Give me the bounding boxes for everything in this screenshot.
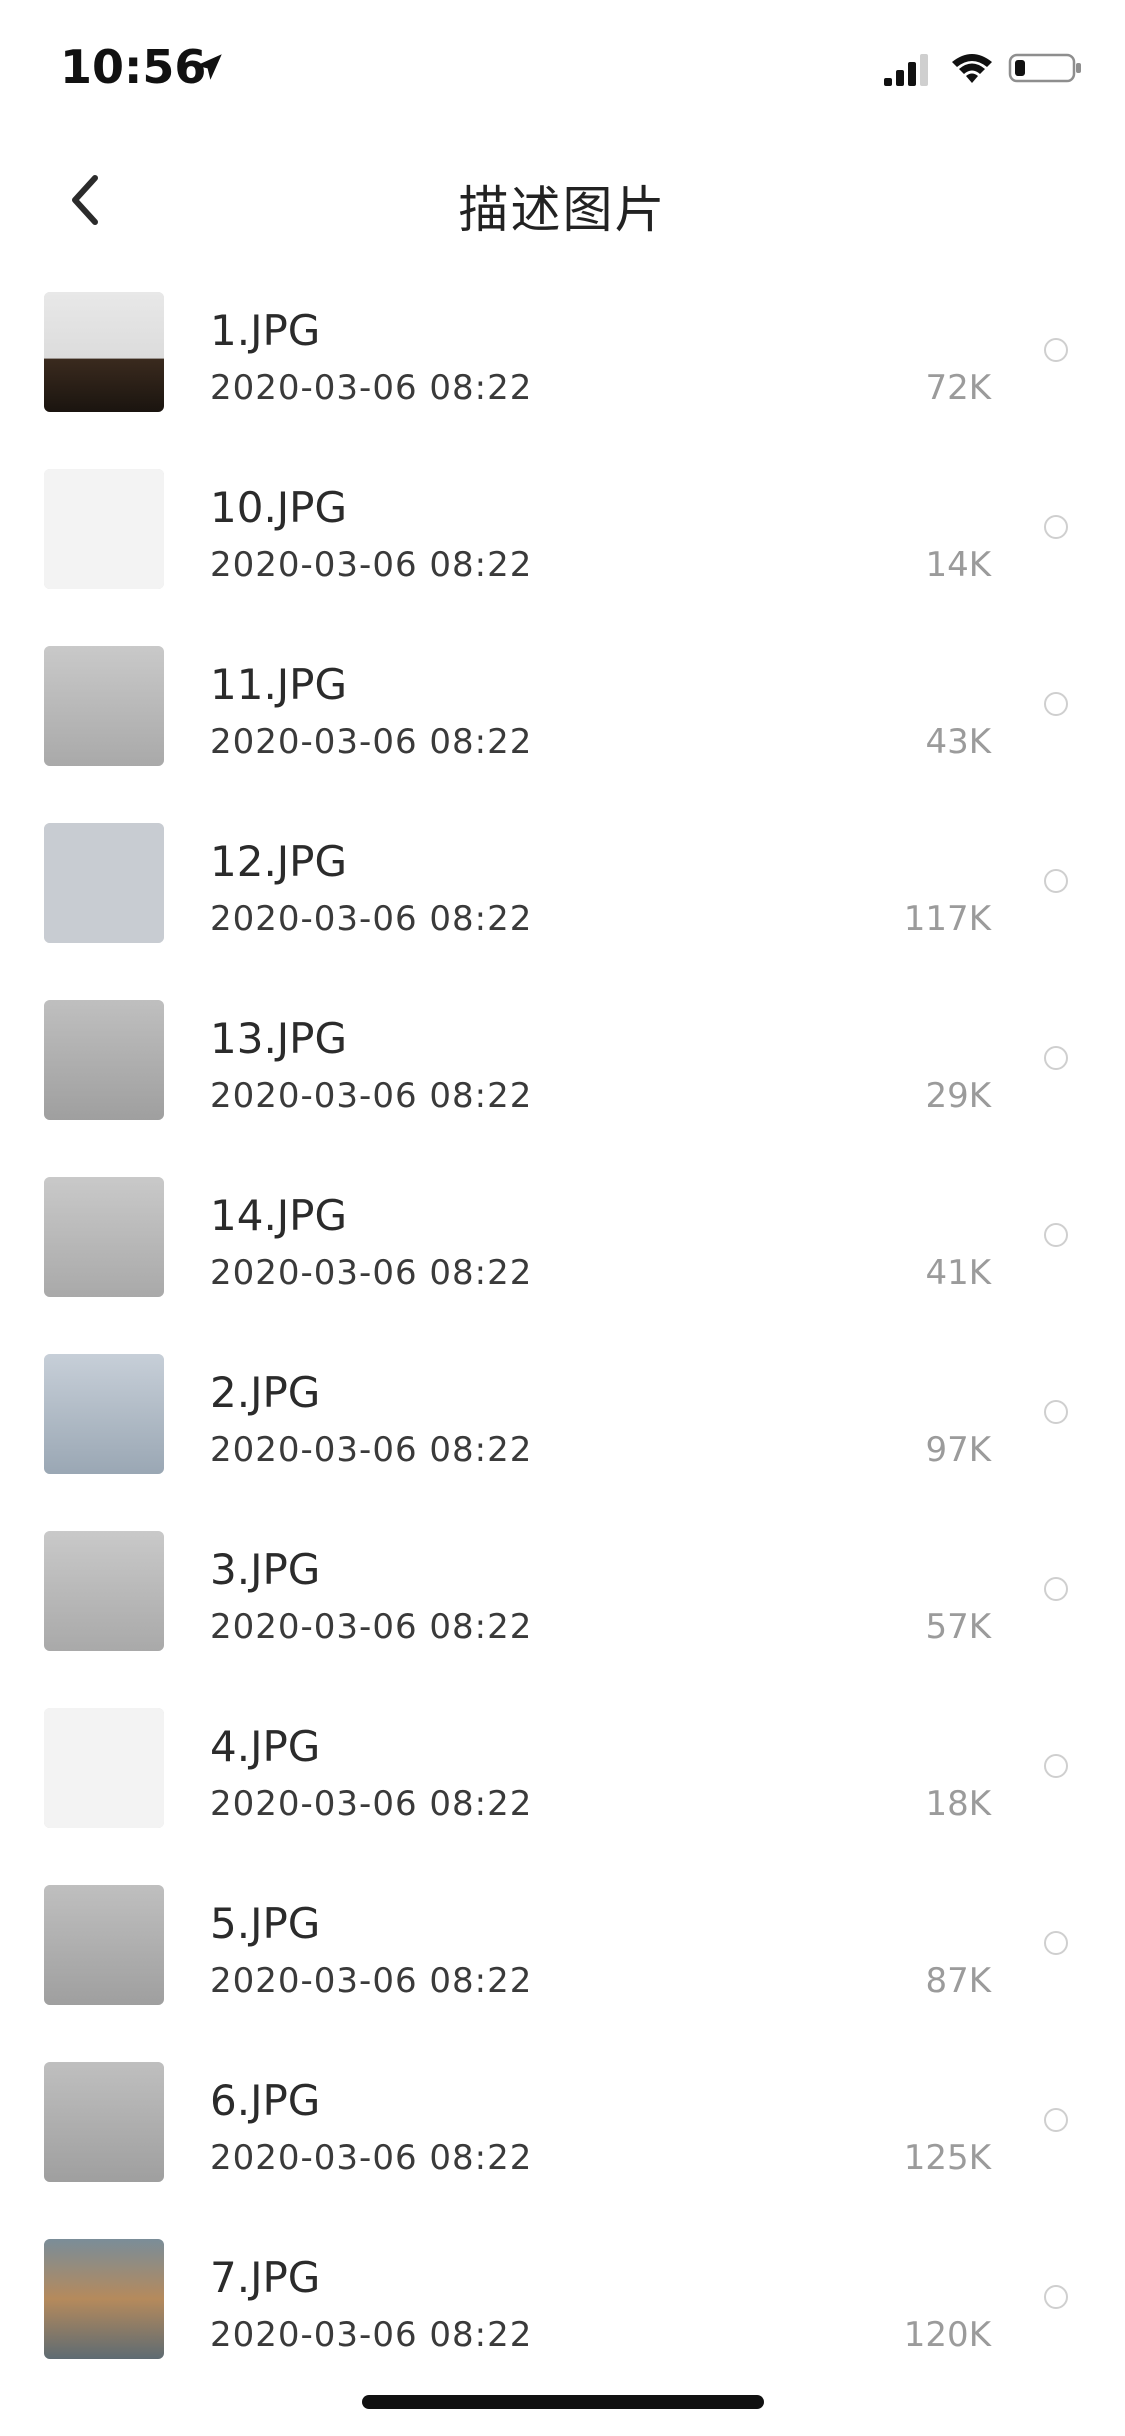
thumbnail-image (44, 292, 164, 412)
file-date: 2020-03-06 08:22 (210, 722, 533, 762)
file-size: 18K (925, 1784, 991, 1824)
file-name: 1.JPG (210, 306, 321, 355)
file-size: 87K (925, 1961, 991, 2001)
file-name: 4.JPG (210, 1722, 321, 1771)
select-radio[interactable] (1044, 1046, 1068, 1070)
file-date: 2020-03-06 08:22 (210, 2315, 533, 2355)
file-date: 2020-03-06 08:22 (210, 1784, 533, 1824)
file-thumbnail (44, 823, 164, 943)
select-radio[interactable] (1044, 1754, 1068, 1778)
file-name: 14.JPG (210, 1191, 348, 1240)
file-list: 1.JPG 2020-03-06 08:22 72K 10.JPG 2020-03-06… (0, 270, 1125, 2394)
file-name: 6.JPG (210, 2076, 321, 2125)
file-row[interactable]: 7.JPG 2020-03-06 08:22 120K (0, 2217, 1125, 2394)
status-bar: 10:56 (0, 0, 1125, 140)
file-row[interactable]: 13.JPG 2020-03-06 08:22 29K (0, 978, 1125, 1155)
file-date: 2020-03-06 08:22 (210, 545, 533, 585)
select-radio[interactable] (1044, 338, 1068, 362)
file-size: 57K (925, 1607, 991, 1647)
select-radio[interactable] (1044, 1577, 1068, 1601)
file-name: 11.JPG (210, 660, 348, 709)
file-row[interactable]: 3.JPG 2020-03-06 08:22 57K (0, 1509, 1125, 1686)
file-thumbnail (44, 1177, 164, 1297)
file-row[interactable]: 10.JPG 2020-03-06 08:22 14K (0, 447, 1125, 624)
file-name: 7.JPG (210, 2253, 321, 2302)
file-date: 2020-03-06 08:22 (210, 1253, 533, 1293)
file-thumbnail (44, 1531, 164, 1651)
thumbnail-image (44, 469, 164, 589)
file-row[interactable]: 5.JPG 2020-03-06 08:22 87K (0, 1863, 1125, 2040)
thumbnail-image (44, 2239, 164, 2359)
file-thumbnail (44, 469, 164, 589)
file-row[interactable]: 1.JPG 2020-03-06 08:22 72K (0, 270, 1125, 447)
file-date: 2020-03-06 08:22 (210, 1961, 533, 2001)
thumbnail-image (44, 1708, 164, 1828)
select-radio[interactable] (1044, 869, 1068, 893)
select-radio[interactable] (1044, 1223, 1068, 1247)
wifi-icon (952, 54, 992, 83)
file-thumbnail (44, 1354, 164, 1474)
nav-bar: 描述图片 (0, 140, 1125, 260)
page-title: 描述图片 (458, 181, 667, 239)
file-thumbnail (44, 292, 164, 412)
file-size: 97K (925, 1430, 991, 1470)
file-name: 3.JPG (210, 1545, 321, 1594)
thumbnail-image (44, 1885, 164, 2005)
select-radio[interactable] (1044, 692, 1068, 716)
file-name: 10.JPG (210, 483, 348, 532)
file-size: 14K (925, 545, 991, 585)
thumbnail-image (44, 1354, 164, 1474)
thumbnail-image (44, 646, 164, 766)
file-date: 2020-03-06 08:22 (210, 1430, 533, 1470)
location-arrow-icon (196, 54, 222, 80)
file-thumbnail (44, 1708, 164, 1828)
home-indicator[interactable] (362, 2395, 764, 2409)
file-thumbnail (44, 2239, 164, 2359)
status-time: 10:56 (60, 40, 207, 94)
file-thumbnail (44, 2062, 164, 2182)
file-date: 2020-03-06 08:22 (210, 899, 533, 939)
file-row[interactable]: 4.JPG 2020-03-06 08:22 18K (0, 1686, 1125, 1863)
file-size: 29K (925, 1076, 991, 1116)
thumbnail-image (44, 2062, 164, 2182)
cellular-signal-icon (884, 54, 928, 86)
file-thumbnail (44, 1000, 164, 1120)
file-size: 72K (925, 368, 991, 408)
thumbnail-image (44, 1177, 164, 1297)
file-date: 2020-03-06 08:22 (210, 2138, 533, 2178)
file-row[interactable]: 2.JPG 2020-03-06 08:22 97K (0, 1332, 1125, 1509)
file-row[interactable]: 11.JPG 2020-03-06 08:22 43K (0, 624, 1125, 801)
file-size: 120K (903, 2315, 991, 2355)
select-radio[interactable] (1044, 1400, 1068, 1424)
file-date: 2020-03-06 08:22 (210, 368, 533, 408)
file-name: 5.JPG (210, 1899, 321, 1948)
file-size: 43K (925, 722, 991, 762)
file-size: 117K (903, 899, 991, 939)
file-row[interactable]: 6.JPG 2020-03-06 08:22 125K (0, 2040, 1125, 2217)
file-name: 12.JPG (210, 837, 348, 886)
file-thumbnail (44, 1885, 164, 2005)
thumbnail-image (44, 1000, 164, 1120)
file-size: 125K (903, 2138, 991, 2178)
select-radio[interactable] (1044, 515, 1068, 539)
file-name: 13.JPG (210, 1014, 348, 1063)
select-radio[interactable] (1044, 2108, 1068, 2132)
select-radio[interactable] (1044, 2285, 1068, 2309)
file-thumbnail (44, 646, 164, 766)
thumbnail-image (44, 823, 164, 943)
battery-icon (1008, 53, 1081, 83)
file-name: 2.JPG (210, 1368, 321, 1417)
file-size: 41K (925, 1253, 991, 1293)
select-radio[interactable] (1044, 1931, 1068, 1955)
file-date: 2020-03-06 08:22 (210, 1076, 533, 1116)
file-row[interactable]: 12.JPG 2020-03-06 08:22 117K (0, 801, 1125, 978)
file-row[interactable]: 14.JPG 2020-03-06 08:22 41K (0, 1155, 1125, 1332)
thumbnail-image (44, 1531, 164, 1651)
file-date: 2020-03-06 08:22 (210, 1607, 533, 1647)
